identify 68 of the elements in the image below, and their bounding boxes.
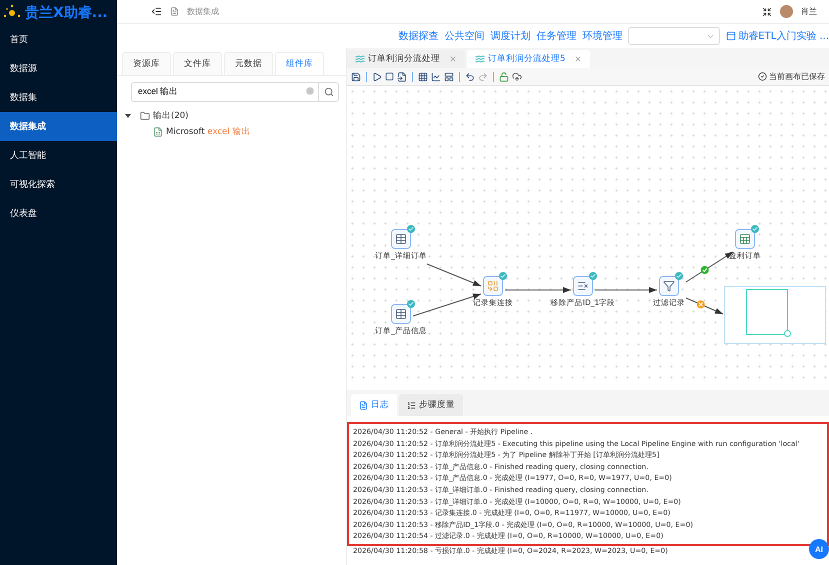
chart-icon[interactable] (431, 72, 441, 82)
log-tab[interactable]: 日志 (351, 394, 397, 416)
search-button[interactable] (318, 82, 339, 102)
panel-tab[interactable]: 文件库 (173, 52, 222, 75)
list-icon (407, 400, 416, 410)
search-field[interactable]: excel 输出 (131, 82, 318, 102)
logo-text: 贵兰X助睿... (25, 4, 108, 22)
table-icon (395, 308, 407, 320)
save-status: 当前画布已保存 (758, 71, 825, 82)
nav-item[interactable]: 人工智能 (0, 141, 117, 170)
resize-handle[interactable] (784, 330, 791, 337)
save-icon[interactable] (351, 72, 361, 82)
unlock-icon[interactable] (499, 72, 509, 82)
fullscreen-icon[interactable] (762, 6, 772, 16)
preview-icon[interactable] (397, 72, 407, 82)
select-field[interactable] (628, 27, 720, 45)
list-icon (577, 280, 589, 292)
waves-icon (475, 54, 485, 64)
top-link[interactable]: 任务管理 (536, 29, 576, 43)
stop-icon[interactable] (385, 72, 394, 81)
nav-item[interactable]: 数据源 (0, 54, 117, 83)
hop-arrow[interactable] (412, 294, 482, 316)
panel-icon[interactable] (444, 72, 454, 82)
nav-item[interactable]: 可视化探索 (0, 170, 117, 199)
spreadsheet-icon (739, 233, 751, 245)
ai-button[interactable]: AI (809, 539, 829, 559)
check-circle-icon (758, 72, 767, 81)
top-link[interactable]: 调度计划 (490, 29, 530, 43)
nav-item[interactable]: 首页 (0, 25, 117, 54)
undo-icon[interactable] (465, 72, 475, 82)
hop-arrow[interactable] (686, 298, 724, 314)
nav-item[interactable]: 数据集成 (0, 112, 117, 141)
folder-icon (140, 111, 150, 121)
panel-tab[interactable]: 元数据 (224, 52, 273, 75)
top-link[interactable]: 环境管理 (582, 29, 622, 43)
tree-item[interactable]: 输出(20) (153, 110, 188, 122)
search-icon (324, 87, 334, 97)
window-icon (726, 31, 736, 41)
hop-arrow[interactable] (426, 264, 482, 286)
document-icon (170, 7, 179, 16)
hop-arrow[interactable] (594, 287, 658, 293)
top-link[interactable]: 公共空间 (444, 29, 484, 43)
hop-arrow[interactable] (504, 287, 572, 293)
editor-tab[interactable]: 订单利润分流处理 (347, 50, 465, 68)
editor-tab[interactable]: 订单利润分流处理5 (467, 50, 590, 68)
breadcrumb: 数据集成 (187, 6, 219, 17)
collapse-menu-icon[interactable] (151, 6, 162, 17)
log-tab[interactable]: 步骤度量 (399, 394, 463, 416)
close-icon[interactable] (574, 55, 582, 63)
spreadsheet-icon (153, 127, 163, 137)
panel-tab[interactable]: 资源库 (122, 52, 171, 75)
panel-tab[interactable]: 组件库 (275, 52, 324, 75)
waves-icon (355, 54, 365, 64)
user-name: 肖兰 (801, 6, 817, 17)
top-link[interactable]: 数据探查 (398, 29, 438, 43)
caret-icon[interactable] (125, 114, 131, 118)
table-icon (395, 233, 407, 245)
tree-item[interactable]: Microsoft excel 输出 (166, 126, 250, 138)
guide-link[interactable]: 助睿ETL入门实验 ... (726, 29, 829, 43)
filter-icon (663, 280, 675, 292)
grid-icon[interactable] (418, 72, 428, 82)
nav-item[interactable]: 仪表盘 (0, 199, 117, 228)
avatar[interactable] (780, 5, 793, 18)
document-icon (359, 400, 368, 410)
upload-icon[interactable] (512, 72, 522, 82)
run-icon[interactable] (372, 72, 382, 82)
join-icon (487, 280, 499, 292)
nav-item[interactable]: 数据集 (0, 83, 117, 112)
